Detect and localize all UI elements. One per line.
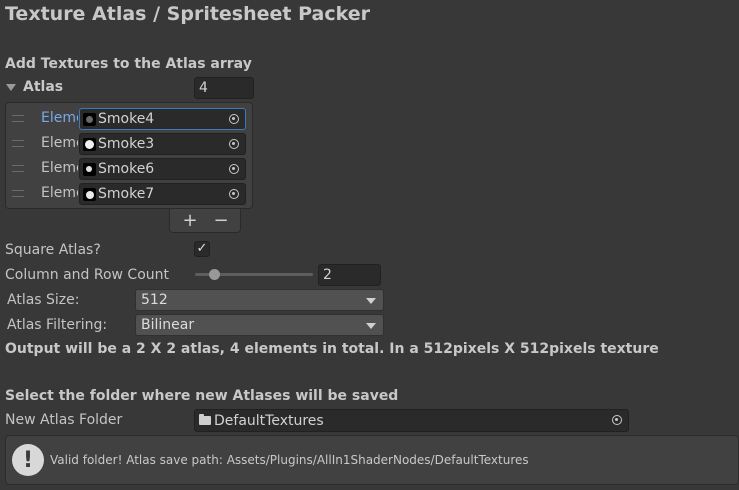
atlas-size-dropdown[interactable]: 512 bbox=[135, 289, 384, 311]
texture-field[interactable]: Smoke4 bbox=[79, 108, 246, 130]
object-picker-icon[interactable] bbox=[223, 134, 245, 154]
folder-picker-icon[interactable] bbox=[606, 410, 628, 430]
drag-handle-icon[interactable] bbox=[12, 115, 24, 122]
list-item[interactable]: Element 3 Smoke7 bbox=[6, 181, 252, 206]
help-box: ! Valid folder! Atlas save path: Assets/… bbox=[5, 435, 739, 485]
new-atlas-folder-field[interactable]: DefaultTextures bbox=[194, 409, 629, 432]
drag-handle-icon[interactable] bbox=[12, 140, 24, 147]
list-item[interactable]: Element 0 Smoke4 bbox=[6, 106, 252, 131]
element-label: Element 3 bbox=[41, 185, 78, 201]
add-element-button[interactable]: + bbox=[179, 210, 201, 231]
texture-name: Smoke3 bbox=[98, 136, 155, 152]
new-atlas-folder-value: DefaultTextures bbox=[214, 412, 324, 429]
add-textures-heading: Add Textures to the Atlas array bbox=[5, 56, 252, 72]
element-label: Element 1 bbox=[41, 135, 78, 151]
info-icon: ! bbox=[12, 444, 44, 476]
folder-heading: Select the folder where new Atlases will… bbox=[5, 388, 399, 404]
element-label: Element 0 bbox=[41, 110, 78, 126]
drag-handle-icon[interactable] bbox=[12, 190, 24, 197]
window-title: Texture Atlas / Spritesheet Packer bbox=[5, 3, 370, 25]
atlas-filtering-value: Bilinear bbox=[141, 317, 195, 333]
texture-name: Smoke6 bbox=[98, 161, 155, 177]
square-atlas-label: Square Atlas? bbox=[5, 242, 101, 258]
texture-field[interactable]: Smoke6 bbox=[79, 158, 246, 180]
dropdown-arrow-icon bbox=[366, 298, 376, 304]
texture-name: Smoke7 bbox=[98, 186, 155, 202]
atlas-filtering-label: Atlas Filtering: bbox=[7, 317, 108, 333]
texture-thumbnail-icon bbox=[83, 113, 96, 126]
object-picker-icon[interactable] bbox=[223, 109, 245, 129]
texture-name: Smoke4 bbox=[98, 111, 155, 127]
output-summary: Output will be a 2 X 2 atlas, 4 elements… bbox=[5, 341, 659, 357]
dropdown-arrow-icon bbox=[366, 323, 376, 329]
column-row-label: Column and Row Count bbox=[5, 267, 169, 283]
list-item[interactable]: Element 2 Smoke6 bbox=[6, 156, 252, 181]
atlas-element-list: Element 0 Smoke4 Element 1 Smoke3 Elemen… bbox=[5, 102, 253, 209]
column-row-slider-handle[interactable] bbox=[209, 269, 220, 280]
texture-field[interactable]: Smoke3 bbox=[79, 133, 246, 155]
atlas-size-value: 512 bbox=[141, 292, 168, 308]
texture-field[interactable]: Smoke7 bbox=[79, 183, 246, 205]
atlas-size-field[interactable]: 4 bbox=[194, 77, 254, 99]
help-message: Valid folder! Atlas save path: Assets/Pl… bbox=[50, 453, 529, 467]
folder-icon bbox=[199, 414, 211, 425]
element-label: Element 2 bbox=[41, 160, 78, 176]
remove-element-button[interactable]: − bbox=[210, 210, 232, 231]
foldout-arrow-icon bbox=[6, 83, 16, 91]
atlas-filtering-dropdown[interactable]: Bilinear bbox=[135, 314, 384, 336]
object-picker-icon[interactable] bbox=[223, 159, 245, 179]
texture-thumbnail-icon bbox=[83, 188, 96, 201]
square-atlas-checkbox[interactable]: ✓ bbox=[194, 241, 210, 257]
object-picker-icon[interactable] bbox=[223, 184, 245, 204]
atlas-label: Atlas bbox=[23, 79, 64, 95]
column-row-field[interactable]: 2 bbox=[318, 264, 381, 286]
list-item[interactable]: Element 1 Smoke3 bbox=[6, 131, 252, 156]
texture-thumbnail-icon bbox=[83, 163, 96, 176]
list-add-remove-bar: + − bbox=[169, 209, 241, 233]
texture-thumbnail-icon bbox=[83, 138, 96, 151]
new-atlas-folder-label: New Atlas Folder bbox=[5, 412, 123, 428]
atlas-size-label: Atlas Size: bbox=[7, 292, 80, 308]
drag-handle-icon[interactable] bbox=[12, 165, 24, 172]
atlas-foldout[interactable]: Atlas bbox=[6, 79, 63, 95]
